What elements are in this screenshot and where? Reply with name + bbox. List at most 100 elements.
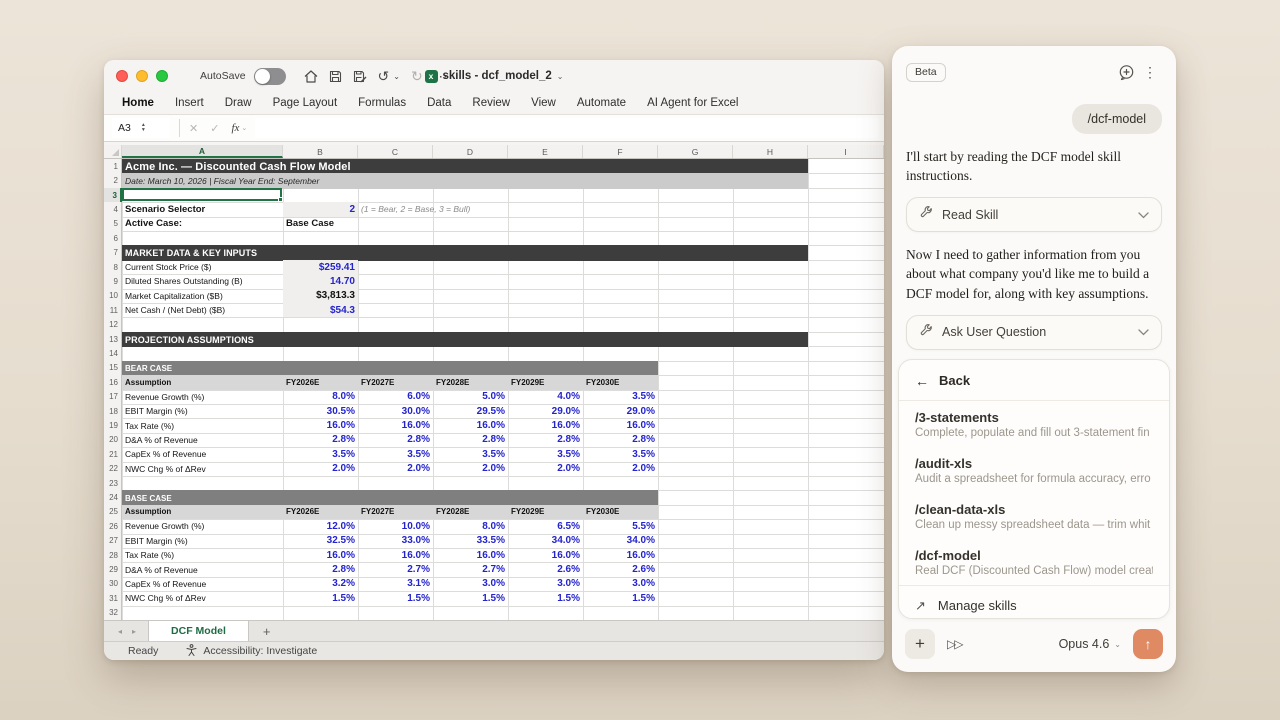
cell-D17[interactable]: 5.0%	[433, 390, 508, 404]
cell-E21[interactable]: 3.5%	[508, 447, 583, 461]
spreadsheet-grid[interactable]: 1234567891011121314151617181920212223242…	[104, 159, 884, 620]
row-number-1[interactable]: 1	[104, 159, 122, 173]
close-window-button[interactable]	[116, 70, 128, 82]
cell-A4[interactable]: Scenario Selector	[122, 202, 283, 216]
cell-A9[interactable]: Diluted Shares Outstanding (B)	[122, 274, 283, 288]
cell-C17[interactable]: 6.0%	[358, 390, 433, 404]
row-number-13[interactable]: 13	[104, 332, 122, 346]
row-number-11[interactable]: 11	[104, 303, 122, 317]
row-number-22[interactable]: 22	[104, 462, 122, 476]
skill-item-dcf-model[interactable]: /dcf-modelReal DCF (Discounted Cash Flow…	[899, 539, 1169, 585]
cell-E17[interactable]: 4.0%	[508, 390, 583, 404]
cell-E20[interactable]: 2.8%	[508, 433, 583, 447]
cell-F22[interactable]: 2.0%	[583, 462, 658, 476]
cancel-entry-icon[interactable]: ✕	[189, 122, 198, 135]
column-header-E[interactable]: E	[508, 145, 583, 158]
cell-B26[interactable]: 12.0%	[283, 519, 358, 533]
cell-A30[interactable]: CapEx % of Revenue	[122, 577, 283, 591]
cell-C31[interactable]: 1.5%	[358, 591, 433, 605]
cell-E31[interactable]: 1.5%	[508, 591, 583, 605]
kebab-menu-icon[interactable]: ⋮	[1138, 60, 1162, 84]
new-chat-icon[interactable]	[1114, 60, 1138, 84]
cell-B18[interactable]: 30.5%	[283, 404, 358, 418]
cell-A15[interactable]: BEAR CASE	[122, 361, 658, 376]
cell-C21[interactable]: 3.5%	[358, 447, 433, 461]
ribbon-tab-formulas[interactable]: Formulas	[358, 97, 406, 109]
cell-D26[interactable]: 8.0%	[433, 519, 508, 533]
row-number-24[interactable]: 24	[104, 490, 122, 504]
home-icon[interactable]	[304, 70, 318, 83]
cell-E25[interactable]: FY2029E	[508, 505, 583, 519]
manage-skills-button[interactable]: ↗ Manage skills	[899, 586, 1169, 619]
cell-F29[interactable]: 2.6%	[583, 562, 658, 576]
column-header-A[interactable]: A	[122, 145, 283, 158]
cell-C4[interactable]: (1 = Bear, 2 = Base, 3 = Bull)	[358, 202, 583, 216]
row-number-9[interactable]: 9	[104, 274, 122, 288]
row-number-8[interactable]: 8	[104, 260, 122, 274]
cell-F27[interactable]: 34.0%	[583, 534, 658, 548]
cell-F30[interactable]: 3.0%	[583, 577, 658, 591]
cell-D29[interactable]: 2.7%	[433, 562, 508, 576]
cell-C19[interactable]: 16.0%	[358, 418, 433, 432]
cell-A28[interactable]: Tax Rate (%)	[122, 548, 283, 562]
attach-button[interactable]: +	[905, 629, 935, 659]
cell-C25[interactable]: FY2027E	[358, 505, 433, 519]
cell-B10[interactable]: $3,813.3	[283, 289, 358, 303]
row-number-14[interactable]: 14	[104, 346, 122, 360]
ribbon-tab-automate[interactable]: Automate	[577, 97, 626, 109]
cell-A8[interactable]: Current Stock Price ($)	[122, 260, 283, 274]
cell-A17[interactable]: Revenue Growth (%)	[122, 390, 283, 404]
cell-A11[interactable]: Net Cash / (Net Debt) ($B)	[122, 303, 283, 317]
cell-B16[interactable]: FY2026E	[283, 375, 358, 389]
cell-F31[interactable]: 1.5%	[583, 591, 658, 605]
tool-call-ask-user-question[interactable]: Ask User Question	[906, 315, 1162, 350]
tool-call-read-skill[interactable]: Read Skill	[906, 197, 1162, 232]
row-number-10[interactable]: 10	[104, 289, 122, 303]
row-number-26[interactable]: 26	[104, 519, 122, 533]
back-button[interactable]: ← Back	[899, 360, 1169, 400]
cell-A20[interactable]: D&A % of Revenue	[122, 433, 283, 447]
row-number-3[interactable]: 3	[104, 188, 122, 202]
cell-D31[interactable]: 1.5%	[433, 591, 508, 605]
ribbon-tab-insert[interactable]: Insert	[175, 97, 204, 109]
row-number-17[interactable]: 17	[104, 390, 122, 404]
cell-A26[interactable]: Revenue Growth (%)	[122, 519, 283, 533]
ribbon-tab-page-layout[interactable]: Page Layout	[273, 97, 338, 109]
cell-A7[interactable]: MARKET DATA & KEY INPUTS	[122, 245, 808, 260]
row-number-6[interactable]: 6	[104, 231, 122, 245]
cell-A25[interactable]: Assumption	[122, 505, 283, 519]
ribbon-tab-home[interactable]: Home	[122, 97, 154, 109]
row-number-16[interactable]: 16	[104, 375, 122, 389]
column-header-C[interactable]: C	[358, 145, 433, 158]
cell-C27[interactable]: 33.0%	[358, 534, 433, 548]
cell-B5[interactable]: Base Case	[283, 217, 358, 231]
row-number-31[interactable]: 31	[104, 591, 122, 605]
column-header-G[interactable]: G	[658, 145, 733, 158]
column-header-F[interactable]: F	[583, 145, 658, 158]
row-number-32[interactable]: 32	[104, 606, 122, 620]
cell-E29[interactable]: 2.6%	[508, 562, 583, 576]
row-number-30[interactable]: 30	[104, 577, 122, 591]
cell-F17[interactable]: 3.5%	[583, 390, 658, 404]
cell-B11[interactable]: $54.3	[283, 303, 358, 317]
ribbon-tab-ai-agent-for-excel[interactable]: AI Agent for Excel	[647, 97, 738, 109]
cell-C16[interactable]: FY2027E	[358, 375, 433, 389]
cell-F16[interactable]: FY2030E	[583, 375, 658, 389]
cell-E22[interactable]: 2.0%	[508, 462, 583, 476]
cell-B30[interactable]: 3.2%	[283, 577, 358, 591]
cell-A5[interactable]: Active Case:	[122, 217, 283, 231]
redo-icon[interactable]: ↻	[411, 69, 423, 83]
cell-A31[interactable]: NWC Chg % of ΔRev	[122, 591, 283, 605]
cell-E28[interactable]: 16.0%	[508, 548, 583, 562]
row-number-23[interactable]: 23	[104, 476, 122, 490]
cell-A1[interactable]: Acme Inc. — Discounted Cash Flow Model	[122, 159, 808, 174]
ribbon-tab-review[interactable]: Review	[472, 97, 510, 109]
row-number-4[interactable]: 4	[104, 202, 122, 216]
ribbon-tab-data[interactable]: Data	[427, 97, 451, 109]
row-number-7[interactable]: 7	[104, 245, 122, 259]
cell-D28[interactable]: 16.0%	[433, 548, 508, 562]
cell-A2[interactable]: Date: March 10, 2026 | Fiscal Year End: …	[122, 173, 808, 188]
cell-C18[interactable]: 30.0%	[358, 404, 433, 418]
fast-forward-icon[interactable]: ▷▷	[947, 637, 961, 651]
ribbon-tab-draw[interactable]: Draw	[225, 97, 252, 109]
